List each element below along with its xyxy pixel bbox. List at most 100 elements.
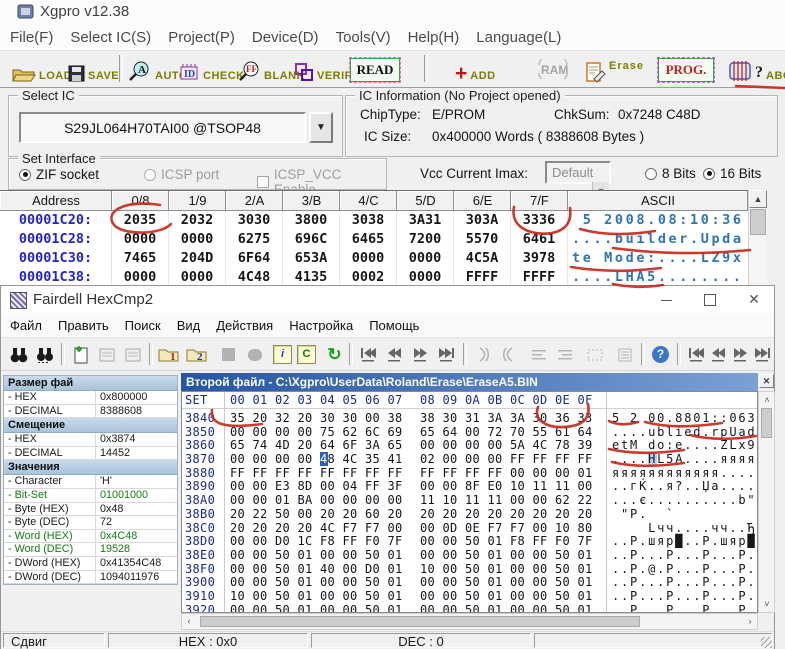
hex-byte[interactable]: 00 (253, 562, 268, 576)
hex-byte[interactable]: 50 (555, 548, 570, 562)
hex-byte[interactable]: 50 (365, 589, 380, 603)
scroll-left-icon[interactable]: ‹ (184, 614, 194, 628)
hex-byte[interactable]: 00 (320, 603, 335, 613)
hex-byte[interactable]: 20 (253, 411, 268, 425)
hex-byte[interactable]: 7F (388, 534, 403, 548)
address-cell[interactable]: 00001C30: (0, 249, 112, 268)
hex-byte[interactable]: 75 (320, 425, 335, 439)
hex-byte[interactable]: 3F (388, 479, 403, 493)
refresh-button[interactable]: ↻ (323, 343, 346, 366)
hex-byte[interactable]: F8 (510, 534, 525, 548)
hex-byte[interactable]: 38 (420, 411, 435, 425)
hex-byte[interactable]: 50 (465, 575, 480, 589)
word-cell[interactable]: 2032 (169, 211, 226, 230)
word-cell[interactable]: 696C (283, 230, 340, 249)
hex-byte[interactable]: 01 (488, 575, 503, 589)
hex-byte[interactable]: 64 (578, 425, 593, 439)
hex-byte[interactable]: 00 (343, 562, 358, 576)
hex-byte[interactable]: 35 (365, 452, 380, 466)
hex-byte[interactable]: 00 (533, 603, 548, 613)
hex-byte[interactable]: 20 (443, 507, 458, 521)
word-cell[interactable]: 0002 (340, 268, 397, 285)
hex-byte[interactable]: 00 (420, 479, 435, 493)
vcc-imax-dropdown[interactable]: Default ▼ (545, 161, 611, 184)
hex-byte[interactable]: 00 (533, 466, 548, 480)
hex-byte[interactable]: 41 (388, 452, 403, 466)
hex-row-38A0[interactable]: 38A0000001BA000000001110111100006222...є… (182, 493, 757, 507)
hex-byte[interactable]: 20 (298, 411, 313, 425)
hex-byte[interactable]: FF (533, 452, 548, 466)
pause-button[interactable] (243, 343, 266, 366)
hex-byte[interactable]: 50 (275, 575, 290, 589)
sync-left-button[interactable] (471, 343, 494, 366)
close-button[interactable]: ✕ (737, 286, 771, 312)
hex-byte[interactable]: 01 (388, 589, 403, 603)
hex-byte[interactable]: 20 (388, 507, 403, 521)
hex-byte[interactable]: 00 (465, 452, 480, 466)
hex-byte[interactable]: 50 (555, 603, 570, 613)
hex-row-3900[interactable]: 390000005001000050010000500100005001..P.… (182, 575, 757, 589)
bits8-radio[interactable]: 8 Bits (645, 166, 696, 181)
hex-byte[interactable]: 20 (510, 507, 525, 521)
hex-byte[interactable]: 00 (253, 493, 268, 507)
hex-byte[interactable]: 50 (365, 575, 380, 589)
hex-byte[interactable]: 4C (533, 438, 548, 452)
hex-byte[interactable]: FF (420, 466, 435, 480)
prog-button[interactable]: PROG. (658, 58, 714, 82)
hex-byte[interactable]: 01 (298, 603, 313, 613)
next-diff-button[interactable] (409, 343, 432, 366)
hex-byte[interactable]: 20 (343, 507, 358, 521)
hex-byte[interactable]: 00 (230, 452, 245, 466)
xgpro-menu-item-4[interactable]: Tools(V) (336, 29, 391, 46)
hex-byte[interactable]: FF (230, 466, 245, 480)
hex-byte[interactable]: 00 (230, 425, 245, 439)
hex-byte[interactable]: 11 (555, 479, 570, 493)
hex-byte[interactable]: 50 (465, 603, 480, 613)
hex-byte[interactable]: F7 (343, 521, 358, 535)
hex-byte[interactable]: 80 (578, 521, 593, 535)
hex-byte[interactable]: 00 (343, 575, 358, 589)
word-cell[interactable]: 3800 (283, 211, 340, 230)
hex-byte[interactable]: 20 (533, 507, 548, 521)
hex-byte[interactable]: 00 (533, 521, 548, 535)
hex-byte[interactable]: 65 (230, 438, 245, 452)
hex-byte[interactable]: F8 (320, 534, 335, 548)
hex-byte[interactable]: 00 (510, 466, 525, 480)
read-button[interactable]: READ (350, 58, 400, 82)
hex-byte[interactable]: 00 (275, 425, 290, 439)
hex-byte[interactable]: 00 (443, 603, 458, 613)
hex-byte[interactable]: 00 (420, 438, 435, 452)
xgpro-hex-scrollbar[interactable]: ▲ (748, 190, 767, 285)
hex-byte[interactable]: 01 (298, 589, 313, 603)
hex-byte[interactable]: 00 (420, 589, 435, 603)
open-file2-button[interactable]: 2 (185, 343, 208, 366)
hex-byte[interactable]: 22 (578, 493, 593, 507)
hex-byte[interactable]: 00 (230, 479, 245, 493)
word-cell[interactable]: 3030 (226, 211, 283, 230)
hex-row-3880[interactable]: 3880FFFFFFFFFFFFFFFFFFFFFFFF00000001яяяя… (182, 466, 757, 480)
word-cell[interactable]: 0000 (169, 268, 226, 285)
icsp-port-radio[interactable]: ICSP port (144, 167, 219, 182)
hex-byte[interactable]: 50 (365, 548, 380, 562)
hex-byte[interactable]: 00 (465, 425, 480, 439)
hex-row-3850[interactable]: 38500000000075626C696564007270556164....… (182, 425, 757, 439)
hex-byte[interactable]: 00 (510, 562, 525, 576)
hex-byte[interactable]: 00 (253, 603, 268, 613)
ascii-cell[interactable]: 5 2008.08:10:36 (568, 211, 748, 230)
hex-byte[interactable]: 00 (533, 562, 548, 576)
hex-byte[interactable]: 00 (343, 603, 358, 613)
hex-editor[interactable]: SET000102030405060708090A0B0C0D0E0F38403… (181, 391, 758, 613)
file-close-button[interactable]: ✕ (759, 374, 774, 388)
word-cell[interactable]: 653A (283, 249, 340, 268)
hex-byte[interactable]: 00 (275, 452, 290, 466)
hex-byte[interactable]: 00 (320, 575, 335, 589)
first-diff-button[interactable] (357, 343, 380, 366)
hex-byte[interactable]: 6F (343, 438, 358, 452)
hex-byte[interactable]: 00 (533, 493, 548, 507)
hex-byte[interactable]: 8F (465, 479, 480, 493)
hex-byte[interactable]: 65 (388, 438, 403, 452)
hex-byte[interactable]: 00 (555, 466, 570, 480)
sync-right-button[interactable] (497, 343, 520, 366)
check-button[interactable]: ID CHECK (178, 64, 245, 82)
erase-button[interactable]: Erase (585, 60, 644, 83)
